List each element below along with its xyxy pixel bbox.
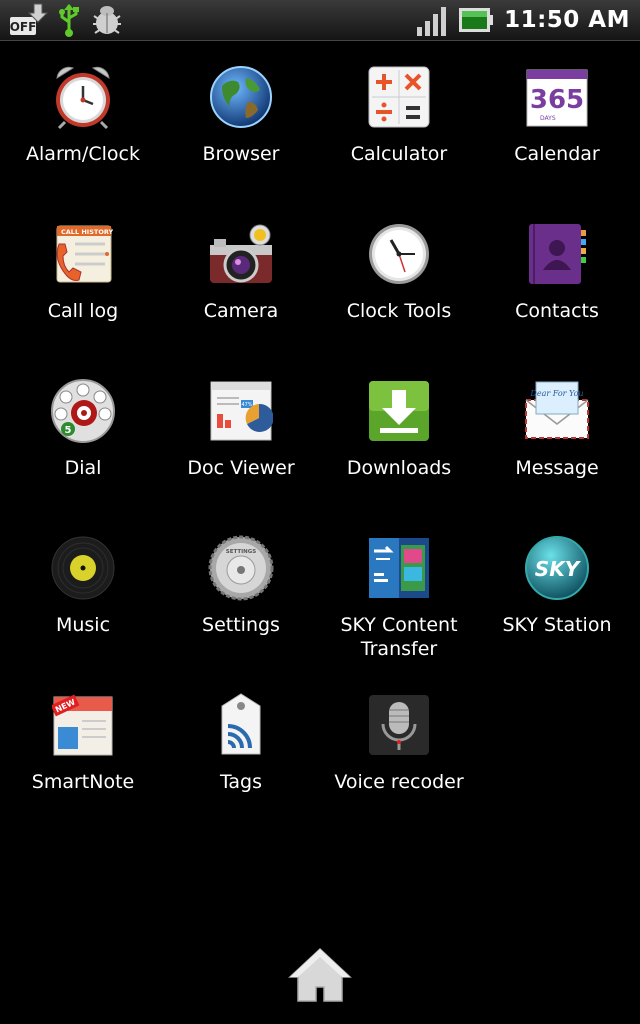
app-sky-station[interactable]: SKY SKY Station	[478, 533, 636, 690]
svg-text:365: 365	[530, 85, 584, 115]
svg-text:CALL HISTORY: CALL HISTORY	[61, 228, 113, 236]
nfc-tag-icon	[206, 690, 276, 760]
app-camera[interactable]: Camera	[162, 219, 320, 376]
app-smartnote[interactable]: NEW SmartNote	[4, 690, 162, 847]
envelope-icon: Dear For You	[522, 376, 592, 446]
app-grid: Alarm/Clock Browser Calculator 365 DAYS …	[4, 62, 636, 847]
app-label: Clock Tools	[346, 300, 452, 322]
svg-text:SKY: SKY	[535, 557, 582, 581]
globe-icon	[206, 62, 276, 132]
contacts-book-icon	[522, 219, 592, 289]
app-label: Calendar	[514, 143, 600, 165]
smart-note-icon: NEW	[48, 690, 118, 760]
clock-time: 11:50 AM	[504, 7, 630, 33]
alarm-clock-icon	[48, 62, 118, 132]
download-arrow-icon	[364, 376, 434, 446]
app-label: Music	[55, 614, 111, 636]
app-label: Camera	[203, 300, 279, 322]
call-log-icon: CALL HISTORY	[48, 219, 118, 289]
debug-bug-icon	[90, 2, 124, 38]
app-dial[interactable]: 5 Dial	[4, 376, 162, 533]
settings-gear-icon: SETTINGS	[206, 533, 276, 603]
app-contacts[interactable]: Contacts	[478, 219, 636, 376]
microphone-icon	[364, 690, 434, 760]
app-doc-viewer[interactable]: 47% Doc Viewer	[162, 376, 320, 533]
app-message[interactable]: Dear For You Message	[478, 376, 636, 533]
svg-text:OFF: OFF	[10, 20, 37, 34]
app-call-log[interactable]: CALL HISTORY Call log	[4, 219, 162, 376]
app-label: Browser	[202, 143, 280, 165]
svg-text:Dear For You: Dear For You	[529, 389, 583, 398]
app-label: Call log	[47, 300, 119, 322]
app-label: Settings	[202, 614, 280, 636]
app-label: SKY Content Transfer	[340, 614, 458, 660]
app-music[interactable]: Music	[4, 533, 162, 690]
vinyl-record-icon	[48, 533, 118, 603]
app-label: SmartNote	[31, 771, 135, 793]
calculator-icon	[364, 62, 434, 132]
rotary-dial-icon: 5	[48, 376, 118, 446]
document-chart-icon: 47%	[206, 376, 276, 446]
off-download-icon: OFF	[8, 2, 48, 38]
app-label: Doc Viewer	[187, 457, 295, 479]
home-button[interactable]	[286, 946, 354, 1008]
signal-strength-icon	[416, 3, 448, 37]
content-transfer-icon	[364, 533, 434, 603]
app-label: SKY Station	[502, 614, 612, 636]
app-label: Alarm/Clock	[26, 143, 140, 165]
sky-station-icon: SKY	[522, 533, 592, 603]
status-bar: OFF 11:50 AM	[0, 0, 640, 41]
app-voice-recoder[interactable]: Voice recoder	[320, 690, 478, 847]
svg-text:SETTINGS: SETTINGS	[226, 549, 257, 555]
app-tags[interactable]: Tags	[162, 690, 320, 847]
calendar-icon: 365 DAYS	[522, 62, 592, 132]
app-calendar[interactable]: 365 DAYS Calendar	[478, 62, 636, 219]
app-downloads[interactable]: Downloads	[320, 376, 478, 533]
app-label: Message	[515, 457, 599, 479]
app-clock-tools[interactable]: Clock Tools	[320, 219, 478, 376]
svg-text:DAYS: DAYS	[540, 115, 556, 122]
app-alarm-clock[interactable]: Alarm/Clock	[4, 62, 162, 219]
usb-icon	[56, 2, 82, 38]
app-label: Calculator	[350, 143, 448, 165]
camera-icon	[206, 219, 276, 289]
battery-icon	[458, 5, 494, 35]
app-label: Voice recoder	[334, 771, 464, 793]
app-browser[interactable]: Browser	[162, 62, 320, 219]
app-sky-content-transfer[interactable]: SKY Content Transfer	[320, 533, 478, 690]
clock-icon	[364, 219, 434, 289]
svg-text:5: 5	[65, 425, 72, 436]
app-label: Tags	[219, 771, 263, 793]
app-settings[interactable]: SETTINGS Settings	[162, 533, 320, 690]
home-icon	[288, 947, 352, 1007]
app-label: Dial	[64, 457, 102, 479]
app-label: Downloads	[346, 457, 452, 479]
app-calculator[interactable]: Calculator	[320, 62, 478, 219]
app-label: Contacts	[515, 300, 599, 322]
